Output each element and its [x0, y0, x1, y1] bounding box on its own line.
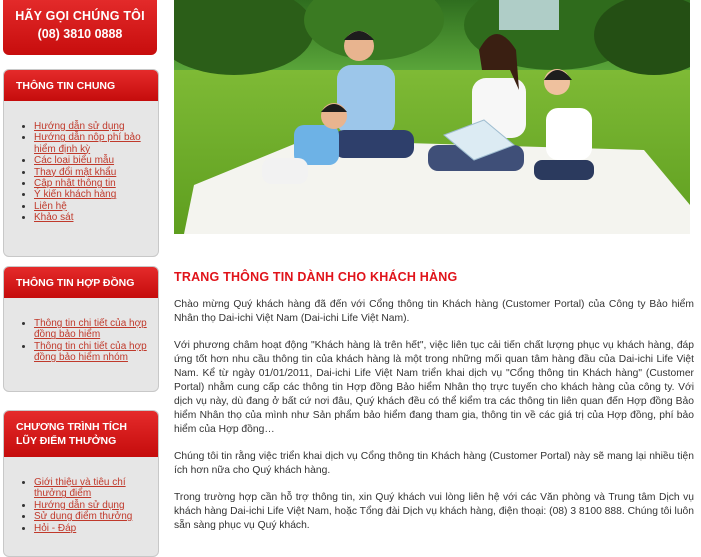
- general-info-panel: THÔNG TIN CHUNG Hướng dẫn sử dụng Hướng …: [3, 69, 159, 257]
- link-feedback[interactable]: Ý kiến khách hàng: [34, 189, 116, 200]
- link-update-info[interactable]: Cập nhật thông tin: [34, 178, 116, 189]
- list-item: Thông tin chi tiết của hợp đồng bảo hiểm…: [34, 341, 158, 364]
- list-item: Giới thiệu và tiêu chí thưởng điểm: [34, 477, 158, 500]
- list-item: Khảo sát: [34, 212, 158, 223]
- page-title: TRANG THÔNG TIN DÀNH CHO KHÁCH HÀNG: [174, 270, 458, 284]
- call-us-label: HÃY GỌI CHÚNG TÔI: [15, 9, 145, 23]
- link-use-points[interactable]: Sử dụng điểm thưởng: [34, 511, 132, 522]
- list-item: Liên hệ: [34, 201, 158, 212]
- contract-info-panel: THÔNG TIN HỢP ĐỒNG Thông tin chi tiết củ…: [3, 266, 159, 392]
- list-item: Thông tin chi tiết của hợp đồng bảo hiểm: [34, 318, 158, 341]
- link-contract-details[interactable]: Thông tin chi tiết của hợp đồng bảo hiểm: [34, 318, 147, 340]
- panel-title: THÔNG TIN HỢP ĐỒNG: [4, 267, 158, 298]
- list-item: Hướng dẫn sử dụng: [34, 121, 158, 132]
- link-loyalty-intro[interactable]: Giới thiệu và tiêu chí thưởng điểm: [34, 477, 126, 499]
- list-item: Ý kiến khách hàng: [34, 189, 158, 200]
- general-info-list: Hướng dẫn sử dụng Hướng dẫn nộp phí bảo …: [4, 121, 158, 224]
- hotline-number: (08) 3810 0888: [37, 27, 123, 41]
- link-contact[interactable]: Liên hệ: [34, 201, 67, 212]
- list-item: Các loại biểu mẫu: [34, 155, 158, 166]
- link-loyalty-guide[interactable]: Hướng dẫn sử dụng: [34, 500, 125, 511]
- family-banner-image: [174, 0, 690, 234]
- sidebar: HÃY GỌI CHÚNG TÔI (08) 3810 0888 THÔNG T…: [0, 0, 160, 557]
- link-faq[interactable]: Hỏi - Đáp: [34, 523, 76, 534]
- list-item: Hướng dẫn nộp phí bảo hiểm định kỳ: [34, 132, 158, 155]
- list-item: Hỏi - Đáp: [34, 523, 158, 534]
- link-user-guide[interactable]: Hướng dẫn sử dụng: [34, 121, 125, 132]
- service-paragraph: Với phương châm hoạt động "Khách hàng là…: [174, 340, 694, 435]
- loyalty-list: Giới thiệu và tiêu chí thưởng điểm Hướng…: [4, 477, 158, 534]
- list-item: Cập nhật thông tin: [34, 178, 158, 189]
- list-item: Hướng dẫn sử dụng: [34, 500, 158, 511]
- welcome-paragraph: Chào mừng Quý khách hàng đã đến với Cổng…: [174, 299, 694, 324]
- call-us-box: HÃY GỌI CHÚNG TÔI (08) 3810 0888: [3, 0, 157, 55]
- panel-title: THÔNG TIN CHUNG: [4, 70, 158, 101]
- contract-info-list: Thông tin chi tiết của hợp đồng bảo hiểm…: [4, 318, 158, 364]
- link-forms[interactable]: Các loại biểu mẫu: [34, 155, 114, 166]
- list-item: Thay đổi mật khẩu: [34, 167, 158, 178]
- panel-title: CHƯƠNG TRÌNH TÍCH LŨY ĐIỂM THƯỞNG: [4, 411, 158, 457]
- link-survey[interactable]: Khảo sát: [34, 212, 73, 223]
- link-change-password[interactable]: Thay đổi mật khẩu: [34, 167, 116, 178]
- link-premium-payment-guide[interactable]: Hướng dẫn nộp phí bảo hiểm định kỳ: [34, 132, 141, 154]
- benefit-paragraph: Chúng tôi tin rằng việc triển khai dịch …: [174, 451, 694, 476]
- link-group-contract-details[interactable]: Thông tin chi tiết của hợp đồng bảo hiểm…: [34, 341, 147, 363]
- support-paragraph: Trong trường hợp cần hỗ trợ thông tin, x…: [174, 492, 694, 531]
- main-content: TRANG THÔNG TIN DÀNH CHO KHÁCH HÀNG Chào…: [174, 270, 694, 546]
- loyalty-panel: CHƯƠNG TRÌNH TÍCH LŨY ĐIỂM THƯỞNG Giới t…: [3, 410, 159, 557]
- list-item: Sử dụng điểm thưởng: [34, 511, 158, 522]
